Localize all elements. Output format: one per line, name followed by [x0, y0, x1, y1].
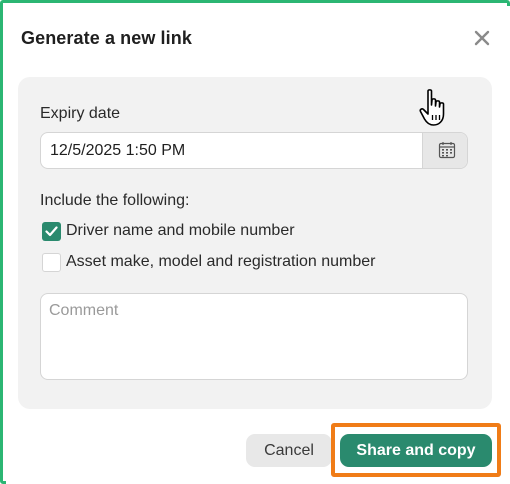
- option-driver[interactable]: Driver name and mobile number: [42, 220, 295, 242]
- calendar-icon: [438, 142, 456, 159]
- close-icon: [474, 30, 490, 46]
- close-button[interactable]: [472, 28, 492, 48]
- window-frame: Generate a new link Expiry date 12/5/202…: [0, 0, 510, 484]
- cancel-button[interactable]: Cancel: [246, 434, 332, 467]
- form-panel: Expiry date 12/5/2025 1:50 PM Include th…: [18, 77, 492, 409]
- share-and-copy-button[interactable]: Share and copy: [340, 434, 492, 467]
- driver-checkbox-label: Driver name and mobile number: [66, 222, 295, 239]
- dialog-title: Generate a new link: [21, 28, 192, 48]
- expiry-date-field: [40, 132, 468, 169]
- calendar-button[interactable]: [422, 133, 467, 168]
- checkmark-icon: [45, 225, 58, 236]
- generate-link-dialog: Generate a new link Expiry date 12/5/202…: [6, 6, 510, 484]
- option-asset[interactable]: Asset make, model and registration numbe…: [42, 251, 375, 273]
- driver-checkbox[interactable]: [42, 221, 61, 241]
- asset-checkbox[interactable]: [42, 252, 61, 272]
- include-label: Include the following:: [40, 192, 190, 209]
- expiry-date-input[interactable]: [41, 133, 421, 168]
- comment-field[interactable]: [40, 293, 468, 380]
- expiry-date-label: Expiry date: [40, 105, 121, 122]
- asset-checkbox-label: Asset make, model and registration numbe…: [66, 253, 376, 270]
